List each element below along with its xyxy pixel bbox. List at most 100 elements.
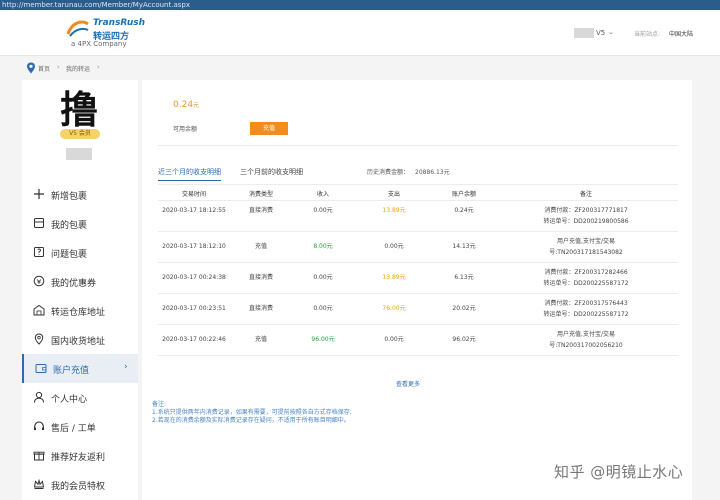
tab-older-than-three-months[interactable]: 三个月前的收支明细 [240, 167, 303, 180]
cell-note-line1: 消费付款：ZF200317771817 [544, 207, 628, 214]
cell-income: 0.00元 [313, 274, 333, 281]
wallet-icon [35, 364, 47, 373]
header-income: 收入 [316, 191, 329, 198]
cell-expense: 76.00元 [382, 305, 406, 312]
plus-icon [34, 189, 44, 199]
sidebar-item-new-package[interactable]: 新增包裹 [22, 180, 138, 209]
cell-note-line1: 消费付款：ZF200317282466 [544, 269, 628, 276]
table-row: 2020-03-17 00:23:51 直接消费 0.00元 76.00元 20… [158, 294, 678, 325]
table-header: 交易时间 消费类型 收入 支出 账户余额 备注 [158, 184, 678, 201]
balance-amount: 0.24元 [173, 100, 199, 110]
sidebar-item-coupons[interactable]: 我的优惠券 [22, 267, 138, 296]
notes-section: 备注: 1.系统只提供两年内消费记录，如果有需要，可提前按照各自方式存档保存; … [152, 401, 552, 425]
header-balance: 账户余额 [451, 191, 476, 198]
cell-type: 充值 [254, 336, 267, 343]
package-icon [34, 218, 44, 228]
view-more-link[interactable]: 查看更多 [396, 379, 420, 388]
transrush-logo[interactable]: TransRush 转运四方 a 4PX Company [66, 18, 156, 52]
chevron-right-icon: › [97, 63, 100, 71]
cell-income: 0.00元 [313, 305, 333, 312]
cell-time: 2020-03-17 00:24:38 [162, 274, 226, 281]
sidebar-item-label: 我的包裹 [51, 221, 88, 231]
cell-note-line2: 号:TN200317002056210 [549, 342, 623, 349]
location-pin-icon [27, 62, 35, 74]
crown-icon [33, 478, 45, 489]
user-level: V5 [596, 29, 606, 37]
sidebar-item-label: 新增包裹 [51, 192, 88, 202]
logo-swoosh-icon [66, 20, 89, 37]
cell-note-line1: 消费付款：ZF200317576443 [544, 300, 628, 307]
history-total-value: 20886.13元 [415, 169, 450, 176]
coupon-icon [33, 275, 45, 287]
sidebar-item-membership[interactable]: 我的会员特权 [22, 470, 138, 499]
gift-icon [33, 451, 45, 461]
cell-note-line1: 用户充值,支付宝/交易 [557, 238, 615, 245]
avatar[interactable]: 撸 [60, 90, 98, 130]
cell-income: 96.00元 [311, 336, 335, 343]
sidebar-nav: 新增包裹 我的包裹 问题包裹 我的优惠券 转运仓库地址 国内收货地址 账户充值 … [22, 180, 138, 499]
sidebar-item-personal-center[interactable]: 个人中心 [22, 383, 138, 412]
sidebar-item-problem-packages[interactable]: 问题包裹 [22, 238, 138, 267]
sidebar-item-label: 问题包裹 [51, 250, 88, 260]
chevron-right-icon: › [124, 362, 128, 372]
sidebar-item-referral[interactable]: 推荐好友返利 [22, 441, 138, 470]
user-icon [34, 391, 44, 403]
problem-package-icon [34, 247, 44, 257]
cell-type: 直接消费 [248, 274, 273, 281]
sidebar-item-my-packages[interactable]: 我的包裹 [22, 209, 138, 238]
recharge-button[interactable]: 充值 [250, 122, 288, 135]
site-header: TransRush 转运四方 a 4PX Company V5 ⌄ 当前站点: … [0, 10, 720, 55]
sidebar-item-after-sales[interactable]: 售后 / 工单 [22, 412, 138, 441]
cell-note-line2: 转运单号：DD200219800586 [543, 218, 629, 225]
sidebar-item-account-recharge[interactable]: 账户充值 › [22, 354, 138, 383]
sidebar-item-label: 我的会员特权 [51, 482, 106, 492]
chevron-right-icon: › [57, 63, 60, 71]
sidebar-item-label: 国内收货地址 [51, 337, 106, 347]
cell-expense: 13.89元 [382, 207, 406, 214]
cell-balance: 96.02元 [452, 336, 476, 343]
sidebar-item-warehouse-address[interactable]: 转运仓库地址 [22, 296, 138, 325]
transaction-table: 交易时间 消费类型 收入 支出 账户余额 备注 2020-03-17 18:12… [158, 184, 678, 356]
header-expense: 支出 [387, 191, 400, 198]
cell-time: 2020-03-17 00:23:51 [162, 305, 226, 312]
cell-balance: 14.13元 [452, 243, 476, 250]
logo-text-en: TransRush [93, 18, 146, 28]
sidebar-item-label: 账户充值 [53, 366, 90, 376]
account-panel: 0.24元 可用余额 充值 近三个月的收支明细 三个月前的收支明细 历史消费金额… [142, 80, 692, 500]
chevron-down-icon[interactable]: ⌄ [608, 28, 614, 36]
tab-recent-three-months[interactable]: 近三个月的收支明细 [158, 167, 221, 181]
user-name-redacted [574, 28, 594, 38]
service-icon [34, 421, 44, 430]
logo-subtitle: a 4PX Company [71, 40, 127, 48]
balance-label: 可用余额 [173, 126, 198, 133]
cell-time: 2020-03-17 18:12:55 [162, 207, 226, 214]
cell-income: 8.00元 [313, 243, 333, 250]
sidebar: 撸 V5 会员 新增包裹 我的包裹 问题包裹 我的优惠券 转运仓库地址 国内收货… [22, 80, 138, 500]
header-note: 备注 [579, 191, 592, 198]
table-row: 2020-03-17 00:24:38 直接消费 0.00元 13.89元 6.… [158, 263, 678, 294]
table-row: 2020-03-17 18:12:55 直接消费 0.00元 13.89元 0.… [158, 201, 678, 232]
note-line: 2.若现在的消费余额及实际消费记录存在疑问，不适用于所有账目明细中。 [152, 417, 350, 424]
sidebar-item-label: 我的优惠券 [51, 279, 97, 289]
user-menu[interactable]: V5 ⌄ [574, 28, 614, 38]
table-row: 2020-03-17 00:22:46 充值 96.00元 0.00元 96.0… [158, 325, 678, 356]
site-selector[interactable]: 中国大陆 [669, 29, 693, 38]
breadcrumb: 首页 › 我的转运 › [0, 55, 720, 80]
vip-badge: V5 会员 [60, 129, 100, 139]
cell-income: 0.00元 [313, 207, 333, 214]
note-line: 1.系统只提供两年内消费记录，如果有需要，可提前按照各自方式存档保存; [152, 409, 352, 416]
username-redacted [66, 148, 92, 160]
cell-note-line2: 号:TN200317181543082 [549, 249, 623, 256]
sidebar-item-label: 个人中心 [51, 395, 88, 405]
browser-url-bar[interactable]: http://member.tarunau.com/Member/MyAccou… [0, 0, 720, 10]
cell-time: 2020-03-17 18:12:10 [162, 243, 226, 250]
history-total: 历史消费金额： 20886.13元 [367, 167, 450, 176]
sidebar-item-label: 售后 / 工单 [51, 424, 96, 434]
breadcrumb-home[interactable]: 首页 [38, 64, 50, 73]
cell-expense: 0.00元 [384, 336, 404, 343]
sidebar-item-domestic-address[interactable]: 国内收货地址 [22, 325, 138, 354]
notes-title: 备注: [152, 401, 167, 408]
breadcrumb-current[interactable]: 我的转运 [66, 64, 90, 73]
cell-type: 充值 [254, 243, 267, 250]
cell-time: 2020-03-17 00:22:46 [162, 336, 226, 343]
